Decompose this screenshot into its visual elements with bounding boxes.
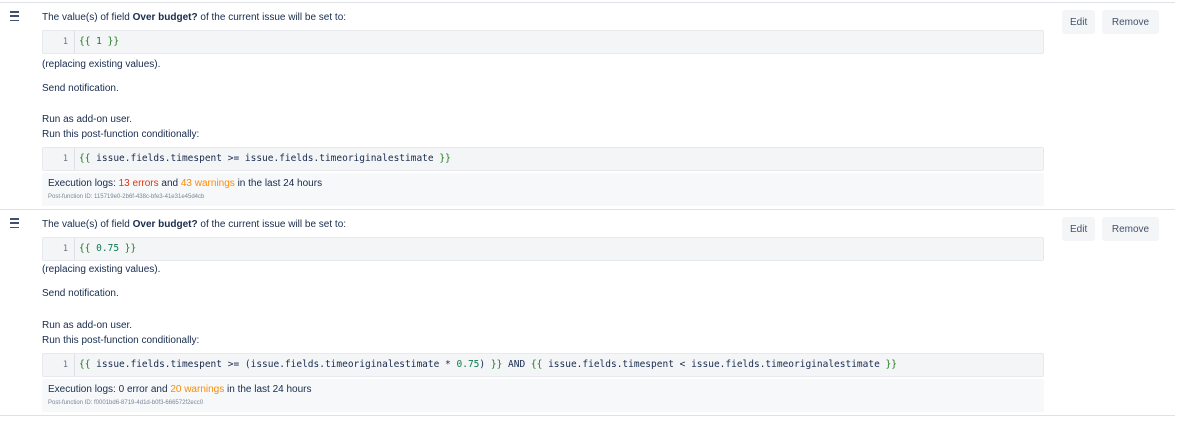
run-conditionally-text: Run this post-function conditionally: <box>42 129 200 140</box>
execution-logs-message: Execution logs: 0 error and 20 warnings … <box>48 384 312 395</box>
field-name: Over budget? <box>132 12 198 23</box>
post-function-item: The value(s) of field Over budget? of th… <box>0 2 1175 209</box>
send-notification-text: Send notification. <box>42 288 119 299</box>
errors-link[interactable]: 0 error <box>119 384 148 395</box>
run-as-text: Run as add-on user. <box>42 320 133 331</box>
execution-logs: Execution logs: 13 errors and 43 warning… <box>42 173 1044 206</box>
field-name: Over budget? <box>132 219 198 230</box>
code-text: {{ 1 }} <box>79 36 120 47</box>
warnings-link[interactable]: 20 warnings <box>170 384 224 395</box>
post-function-actions: Edit Remove <box>1062 10 1159 34</box>
send-notification-text: Send notification. <box>42 83 119 94</box>
line-number: 1 <box>43 31 75 53</box>
replacing-text: (replacing existing values). <box>42 59 161 70</box>
code-text: {{ issue.fields.timespent >= (issue.fiel… <box>79 359 897 370</box>
warnings-link[interactable]: 43 warnings <box>181 178 235 189</box>
post-function-header: The value(s) of field Over budget? of th… <box>42 219 347 230</box>
run-conditionally-text: Run this post-function conditionally: <box>42 335 200 346</box>
post-function-id: Post-function ID: f0001bd6-8719-4d1d-b0f… <box>48 400 204 406</box>
post-function-item: The value(s) of field Over budget? of th… <box>0 209 1175 416</box>
run-as-text: Run as add-on user. <box>42 114 133 125</box>
remove-button[interactable]: Remove <box>1102 217 1159 241</box>
post-function-actions: Edit Remove <box>1062 217 1159 241</box>
post-function-id: Post-function ID: 115719e0-2b6f-438c-bfe… <box>48 194 205 200</box>
execution-logs-message: Execution logs: 13 errors and 43 warning… <box>48 178 323 189</box>
edit-button[interactable]: Edit <box>1062 217 1095 241</box>
line-number: 1 <box>43 148 75 170</box>
line-number: 1 <box>43 238 75 260</box>
value-code-block: 1 {{ 0.75 }} <box>42 237 1044 261</box>
drag-handle-icon[interactable] <box>10 11 19 21</box>
condition-code-block: 1 {{ issue.fields.timespent >= issue.fie… <box>42 147 1044 171</box>
errors-link[interactable]: 13 errors <box>119 178 159 189</box>
condition-code-block: 1 {{ issue.fields.timespent >= (issue.fi… <box>42 353 1044 377</box>
value-code-block: 1 {{ 1 }} <box>42 30 1044 54</box>
post-function-header: The value(s) of field Over budget? of th… <box>42 12 347 23</box>
edit-button[interactable]: Edit <box>1062 10 1095 34</box>
replacing-text: (replacing existing values). <box>42 264 161 275</box>
code-text: {{ 0.75 }} <box>79 243 137 254</box>
execution-logs: Execution logs: 0 error and 20 warnings … <box>42 379 1044 412</box>
drag-handle-icon[interactable] <box>10 218 19 228</box>
line-number: 1 <box>43 354 75 376</box>
remove-button[interactable]: Remove <box>1102 10 1159 34</box>
code-text: {{ issue.fields.timespent >= issue.field… <box>79 153 451 164</box>
post-function-list: The value(s) of field Over budget? of th… <box>0 0 1175 416</box>
